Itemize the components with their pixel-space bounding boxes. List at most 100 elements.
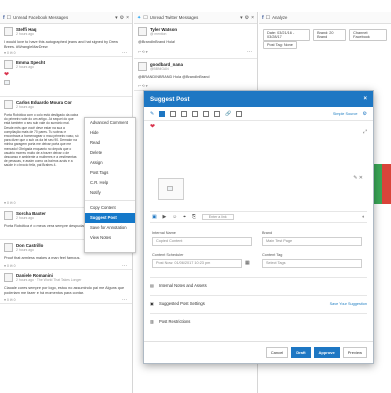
approve-button[interactable]: Approve: [313, 347, 340, 358]
avatar: [4, 273, 13, 282]
preview-button[interactable]: Preview: [342, 347, 367, 358]
close-icon[interactable]: ×: [363, 96, 367, 102]
video-icon[interactable]: ▶: [163, 215, 167, 220]
scheduler-field[interactable]: Post Now: 01/06/2017 10:23 pm: [152, 259, 242, 268]
list-item[interactable]: Daniele Romanini 2 hours ago · The World…: [0, 270, 132, 304]
modal-title: Suggest Post: [150, 95, 190, 103]
menu-item-delete[interactable]: Delete: [85, 148, 135, 158]
message-body: @BRANDINBRAND Hola @BrandInBrand: [138, 75, 210, 79]
content-tag-label: Content Tag: [262, 253, 283, 257]
gear-icon[interactable]: ⚙: [120, 15, 124, 21]
list-item[interactable]: Emma Specht 2 hours ago ❤: [0, 57, 132, 97]
menu-item-view-notes[interactable]: View Notes: [85, 233, 135, 243]
pinterest-network-toggle[interactable]: [214, 110, 221, 117]
column-header: f ☐ Unread Facebook Messages ▾ ⚙ ×: [0, 12, 132, 24]
message-time: 2 hours ago: [16, 32, 34, 36]
menu-item-advanced-comment[interactable]: Advanced Comment: [85, 118, 135, 128]
emoji-icon[interactable]: ☺: [172, 215, 177, 220]
checkbox-icon[interactable]: ☐: [143, 15, 147, 21]
expand-icon[interactable]: ⤢: [363, 129, 367, 135]
more-network-toggle[interactable]: [236, 110, 243, 117]
analyze-filters-row2: Post Tag: None: [263, 41, 387, 49]
internal-name-label: Internal Name: [152, 231, 176, 235]
avatar: [4, 211, 13, 220]
save-suggestion-link[interactable]: Save Your Suggestion: [330, 302, 367, 306]
suggested-post-settings-section[interactable]: ▣ Suggested Post Settings Save Your Sugg…: [150, 295, 367, 311]
image-placeholder-icon: [4, 80, 10, 85]
column-title: Analyze: [272, 15, 288, 20]
dropdown-icon[interactable]: ▾: [240, 15, 243, 21]
twitter-icon: ✦: [137, 14, 142, 21]
message-time: 2 hours ago: [16, 248, 34, 252]
menu-item-assign[interactable]: Assign: [85, 158, 135, 168]
info-icon[interactable]: ◐: [362, 215, 365, 220]
link-input[interactable]: Enter a link: [201, 214, 234, 220]
checkbox-icon[interactable]: ☐: [266, 15, 270, 21]
more-icon[interactable]: ···: [122, 297, 127, 303]
edit-icon[interactable]: ✎ ✕: [353, 175, 363, 181]
reply-icon[interactable]: ↩ ⟲ ♥: [138, 50, 148, 54]
facebook-network-toggle[interactable]: [159, 110, 166, 117]
message-stats: ♥ 0 ✉ 0: [4, 201, 16, 205]
list-item[interactable]: Steffi Haq 2 hours ago I would love to h…: [0, 24, 132, 57]
draft-button[interactable]: Draft: [291, 347, 311, 358]
pencil-icon[interactable]: ✎: [150, 111, 154, 117]
menu-item-notify[interactable]: Notify: [85, 188, 135, 198]
attachment-thumbnail[interactable]: [158, 178, 184, 200]
facebook-icon: f: [262, 14, 264, 21]
image-upload-icon[interactable]: ▣: [152, 215, 157, 220]
message-body: Proof that armless makes a man feel famo…: [4, 256, 81, 260]
list-item[interactable]: goodbard_nana @BBNIGAN @BRANDINBRAND Hol…: [134, 59, 257, 91]
message-stats: ♥ 0 ✉ 0: [4, 51, 16, 55]
attachment-icon[interactable]: ⎘: [192, 214, 196, 220]
message-body: I would love to have this autographed je…: [4, 40, 118, 49]
gear-icon[interactable]: ⚙: [245, 15, 249, 21]
message-time: 2 hours ago: [16, 216, 34, 220]
message-time: 2 hours ago: [16, 65, 34, 69]
restrictions-icon: ▥: [150, 319, 154, 324]
google-network-toggle[interactable]: [192, 110, 199, 117]
avatar: [138, 27, 147, 36]
more-icon[interactable]: ···: [247, 49, 252, 55]
more-icon[interactable]: ···: [122, 50, 127, 56]
instagram-network-toggle[interactable]: [203, 110, 210, 117]
twitter-network-toggle[interactable]: [170, 110, 177, 117]
more-icon[interactable]: ···: [122, 263, 127, 269]
settings-icon[interactable]: ⚙: [363, 111, 367, 117]
internal-notes-section[interactable]: ▤ Internal Notes and Assets: [150, 277, 367, 293]
location-icon[interactable]: ⌖: [183, 214, 186, 220]
notes-icon: ▤: [150, 283, 154, 288]
cancel-button[interactable]: Cancel: [265, 347, 289, 358]
channel-filter[interactable]: Channel: Facebook: [349, 29, 387, 41]
linkedin-network-toggle[interactable]: [181, 110, 188, 117]
calendar-icon[interactable]: ▦: [245, 260, 250, 266]
close-icon[interactable]: ×: [251, 15, 254, 21]
context-menu: Advanced Comment Hide Read Delete Assign…: [84, 117, 136, 253]
internal-name-field[interactable]: Copied Content: [152, 237, 252, 246]
brand-filter[interactable]: Brand: 20 Brand: [313, 29, 347, 41]
post-tag-filter[interactable]: Post Tag: None: [263, 41, 297, 49]
checkbox-icon[interactable]: ☐: [7, 15, 11, 21]
simple-source-link[interactable]: Simple Source: [333, 112, 358, 116]
top-band: [0, 0, 391, 12]
menu-item-suggest-post[interactable]: Suggest Post: [85, 213, 135, 223]
date-filter[interactable]: Date: 03/21/16 - 03/28/17: [263, 29, 311, 41]
menu-item-copy-content[interactable]: Copy Content: [85, 203, 135, 213]
message-handle: @ mention: [150, 32, 167, 36]
menu-item-hide[interactable]: Hide: [85, 128, 135, 138]
menu-item-read[interactable]: Read: [85, 138, 135, 148]
post-restrictions-section[interactable]: ▥ Post Restrictions: [150, 313, 367, 329]
menu-item-save-annotation[interactable]: Save for Annotation: [85, 223, 135, 233]
image-placeholder-icon: [167, 186, 173, 191]
dropdown-icon[interactable]: ▾: [115, 15, 118, 21]
close-icon[interactable]: ×: [126, 15, 129, 21]
menu-item-help[interactable]: C.R. Help: [85, 178, 135, 188]
reply-icon[interactable]: ↩ ⟲ ♥: [138, 84, 148, 88]
message-time: 2 hours ago: [16, 105, 34, 109]
avatar: [4, 27, 13, 36]
content-tag-select[interactable]: Select Tags: [262, 259, 362, 268]
link-icon[interactable]: 🔗: [225, 111, 231, 117]
menu-item-post-tags[interactable]: Post Tags: [85, 168, 135, 178]
brand-select[interactable]: Main Test Page: [262, 237, 362, 246]
list-item[interactable]: Tyler Watson @ mention @BrandInBrand Hol…: [134, 24, 257, 59]
